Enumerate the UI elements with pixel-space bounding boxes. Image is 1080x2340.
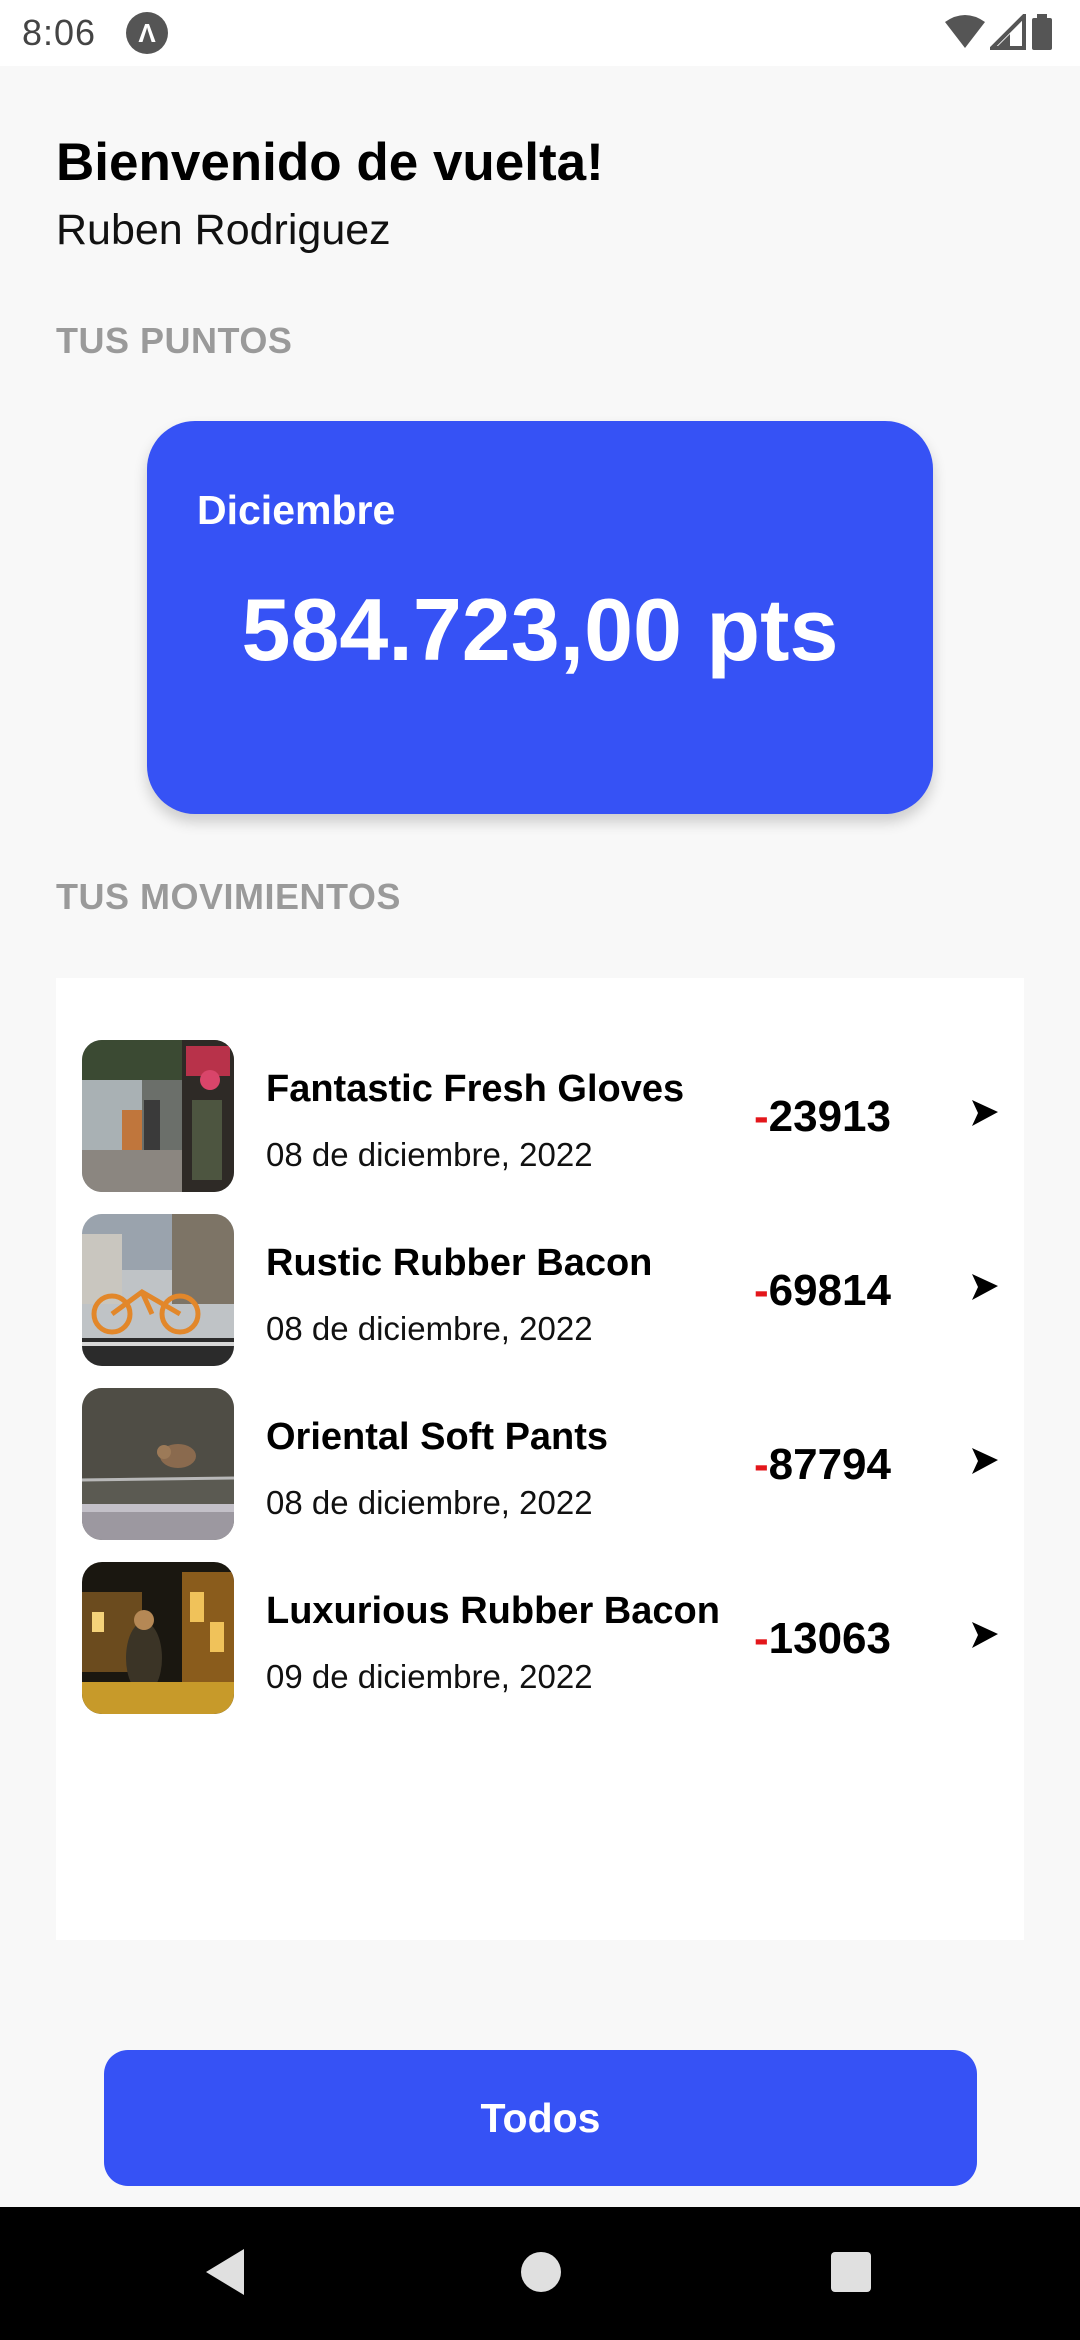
movement-amount: -13063 xyxy=(754,1614,891,1664)
user-name: Ruben Rodriguez xyxy=(56,206,391,254)
system-nav-bar xyxy=(0,2207,1080,2340)
amount-value: 13063 xyxy=(768,1614,891,1663)
movement-date: 08 de diciembre, 2022 xyxy=(266,1484,593,1521)
movements-list: Fantastic Fresh Gloves 08 de diciembre, … xyxy=(56,978,1024,1940)
movements-section-label: TUS MOVIMIENTOS xyxy=(56,876,401,917)
amount-value: 23913 xyxy=(768,1092,891,1141)
movement-date: 08 de diciembre, 2022 xyxy=(266,1310,593,1347)
movement-amount: -87794 xyxy=(754,1440,891,1490)
bird-on-wire-photo xyxy=(82,1388,234,1540)
status-time: 8:06 xyxy=(22,12,97,53)
cafe-street-photo xyxy=(82,1040,234,1192)
movement-item[interactable]: Rustic Rubber Bacon 08 de diciembre, 202… xyxy=(56,1214,1024,1369)
wifi-icon xyxy=(945,15,986,48)
amount-value: 69814 xyxy=(768,1266,891,1315)
status-bar: 8:06 Λ xyxy=(0,0,1080,66)
amount-sign: - xyxy=(753,1440,769,1489)
chevron-right-icon[interactable] xyxy=(970,1620,1000,1652)
points-value: 584.723,00 pts xyxy=(241,580,839,679)
cell-signal-icon xyxy=(989,14,1026,50)
movement-date: 09 de diciembre, 2022 xyxy=(266,1658,593,1695)
amount-sign: - xyxy=(753,1614,769,1663)
movement-amount: -69814 xyxy=(754,1266,891,1316)
amount-sign: - xyxy=(753,1266,769,1315)
points-month: Diciembre xyxy=(197,487,396,533)
movement-amount: -23913 xyxy=(754,1092,891,1142)
movement-date: 08 de diciembre, 2022 xyxy=(266,1136,593,1173)
home-icon[interactable] xyxy=(520,2247,562,2297)
movement-name: Oriental Soft Pants xyxy=(266,1416,609,1458)
recents-icon[interactable] xyxy=(830,2247,872,2297)
movement-item[interactable]: Fantastic Fresh Gloves 08 de diciembre, … xyxy=(56,1040,1024,1195)
back-icon[interactable] xyxy=(204,2247,246,2297)
amount-value: 87794 xyxy=(768,1440,891,1489)
movement-item[interactable]: Oriental Soft Pants 08 de diciembre, 202… xyxy=(56,1388,1024,1543)
chevron-right-icon[interactable] xyxy=(970,1446,1000,1478)
status-icons xyxy=(945,14,1054,54)
movement-name: Luxurious Rubber Bacon xyxy=(266,1590,720,1632)
night-street-photo xyxy=(82,1562,234,1714)
movement-item[interactable]: Luxurious Rubber Bacon 09 de diciembre, … xyxy=(56,1562,1024,1717)
greeting-title: Bienvenido de vuelta! xyxy=(56,133,604,192)
points-section-label: TUS PUNTOS xyxy=(56,320,293,361)
all-movements-button[interactable]: Todos xyxy=(104,2050,977,2186)
points-card: Diciembre 584.723,00 pts xyxy=(147,421,933,814)
app-notification-icon: Λ xyxy=(126,12,168,54)
chevron-right-icon[interactable] xyxy=(970,1272,1000,1304)
movement-name: Fantastic Fresh Gloves xyxy=(266,1068,685,1110)
orange-bicycle-photo xyxy=(82,1214,234,1366)
chevron-right-icon[interactable] xyxy=(970,1098,1000,1130)
movement-name: Rustic Rubber Bacon xyxy=(266,1242,653,1284)
battery-icon xyxy=(1032,14,1052,50)
amount-sign: - xyxy=(753,1092,769,1141)
